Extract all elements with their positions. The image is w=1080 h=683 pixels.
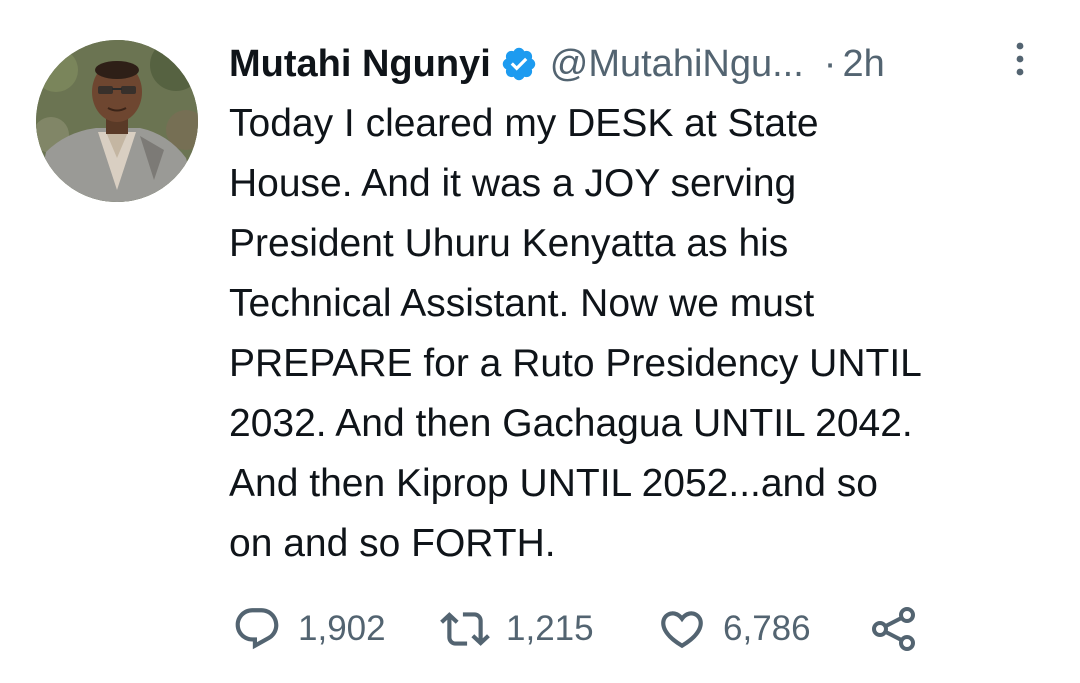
tweet-actions: 1,902 1,215 6,786: [232, 604, 952, 654]
separator-dot: ·: [823, 43, 837, 85]
retweet-button[interactable]: 1,215: [440, 604, 594, 654]
more-options-icon[interactable]: [1006, 40, 1034, 78]
like-button[interactable]: 6,786: [657, 604, 811, 654]
share-button[interactable]: [870, 604, 918, 654]
tweet[interactable]: Mutahi Ngunyi @MutahiNgu... · 2h Today I…: [0, 0, 1080, 683]
tweet-text: Today I cleared my DESK at State House. …: [229, 94, 1049, 574]
retweet-icon: [440, 612, 490, 646]
tweet-text-line: on and so FORTH.: [229, 522, 556, 565]
tweet-text-line: President Uhuru Kenyatta as his: [229, 222, 789, 265]
retweet-count: 1,215: [506, 609, 594, 648]
user-handle[interactable]: @MutahiNgu...: [550, 38, 804, 90]
tweet-header: Mutahi Ngunyi @MutahiNgu... · 2h: [229, 38, 885, 90]
tweet-text-line: House. And it was a JOY serving: [229, 162, 797, 205]
reply-button[interactable]: 1,902: [232, 604, 386, 654]
share-icon: [872, 607, 915, 651]
timestamp[interactable]: 2h: [842, 38, 884, 90]
reply-count: 1,902: [298, 609, 386, 648]
display-name[interactable]: Mutahi Ngunyi: [229, 38, 491, 90]
tweet-text-line: PREPARE for a Ruto Presidency UNTIL: [229, 342, 922, 385]
tweet-text-line: And then Kiprop UNTIL 2052...and so: [229, 462, 878, 505]
tweet-text-line: 2032. And then Gachagua UNTIL 2042.: [229, 402, 913, 445]
tweet-text-line: Technical Assistant. Now we must: [229, 282, 815, 325]
like-count: 6,786: [723, 609, 811, 648]
tweet-text-line: Today I cleared my DESK at State: [229, 102, 819, 145]
avatar[interactable]: [36, 40, 198, 202]
heart-icon: [661, 611, 703, 649]
reply-icon: [235, 608, 279, 650]
profile-photo: [36, 40, 198, 202]
verified-badge-icon: [502, 47, 535, 81]
